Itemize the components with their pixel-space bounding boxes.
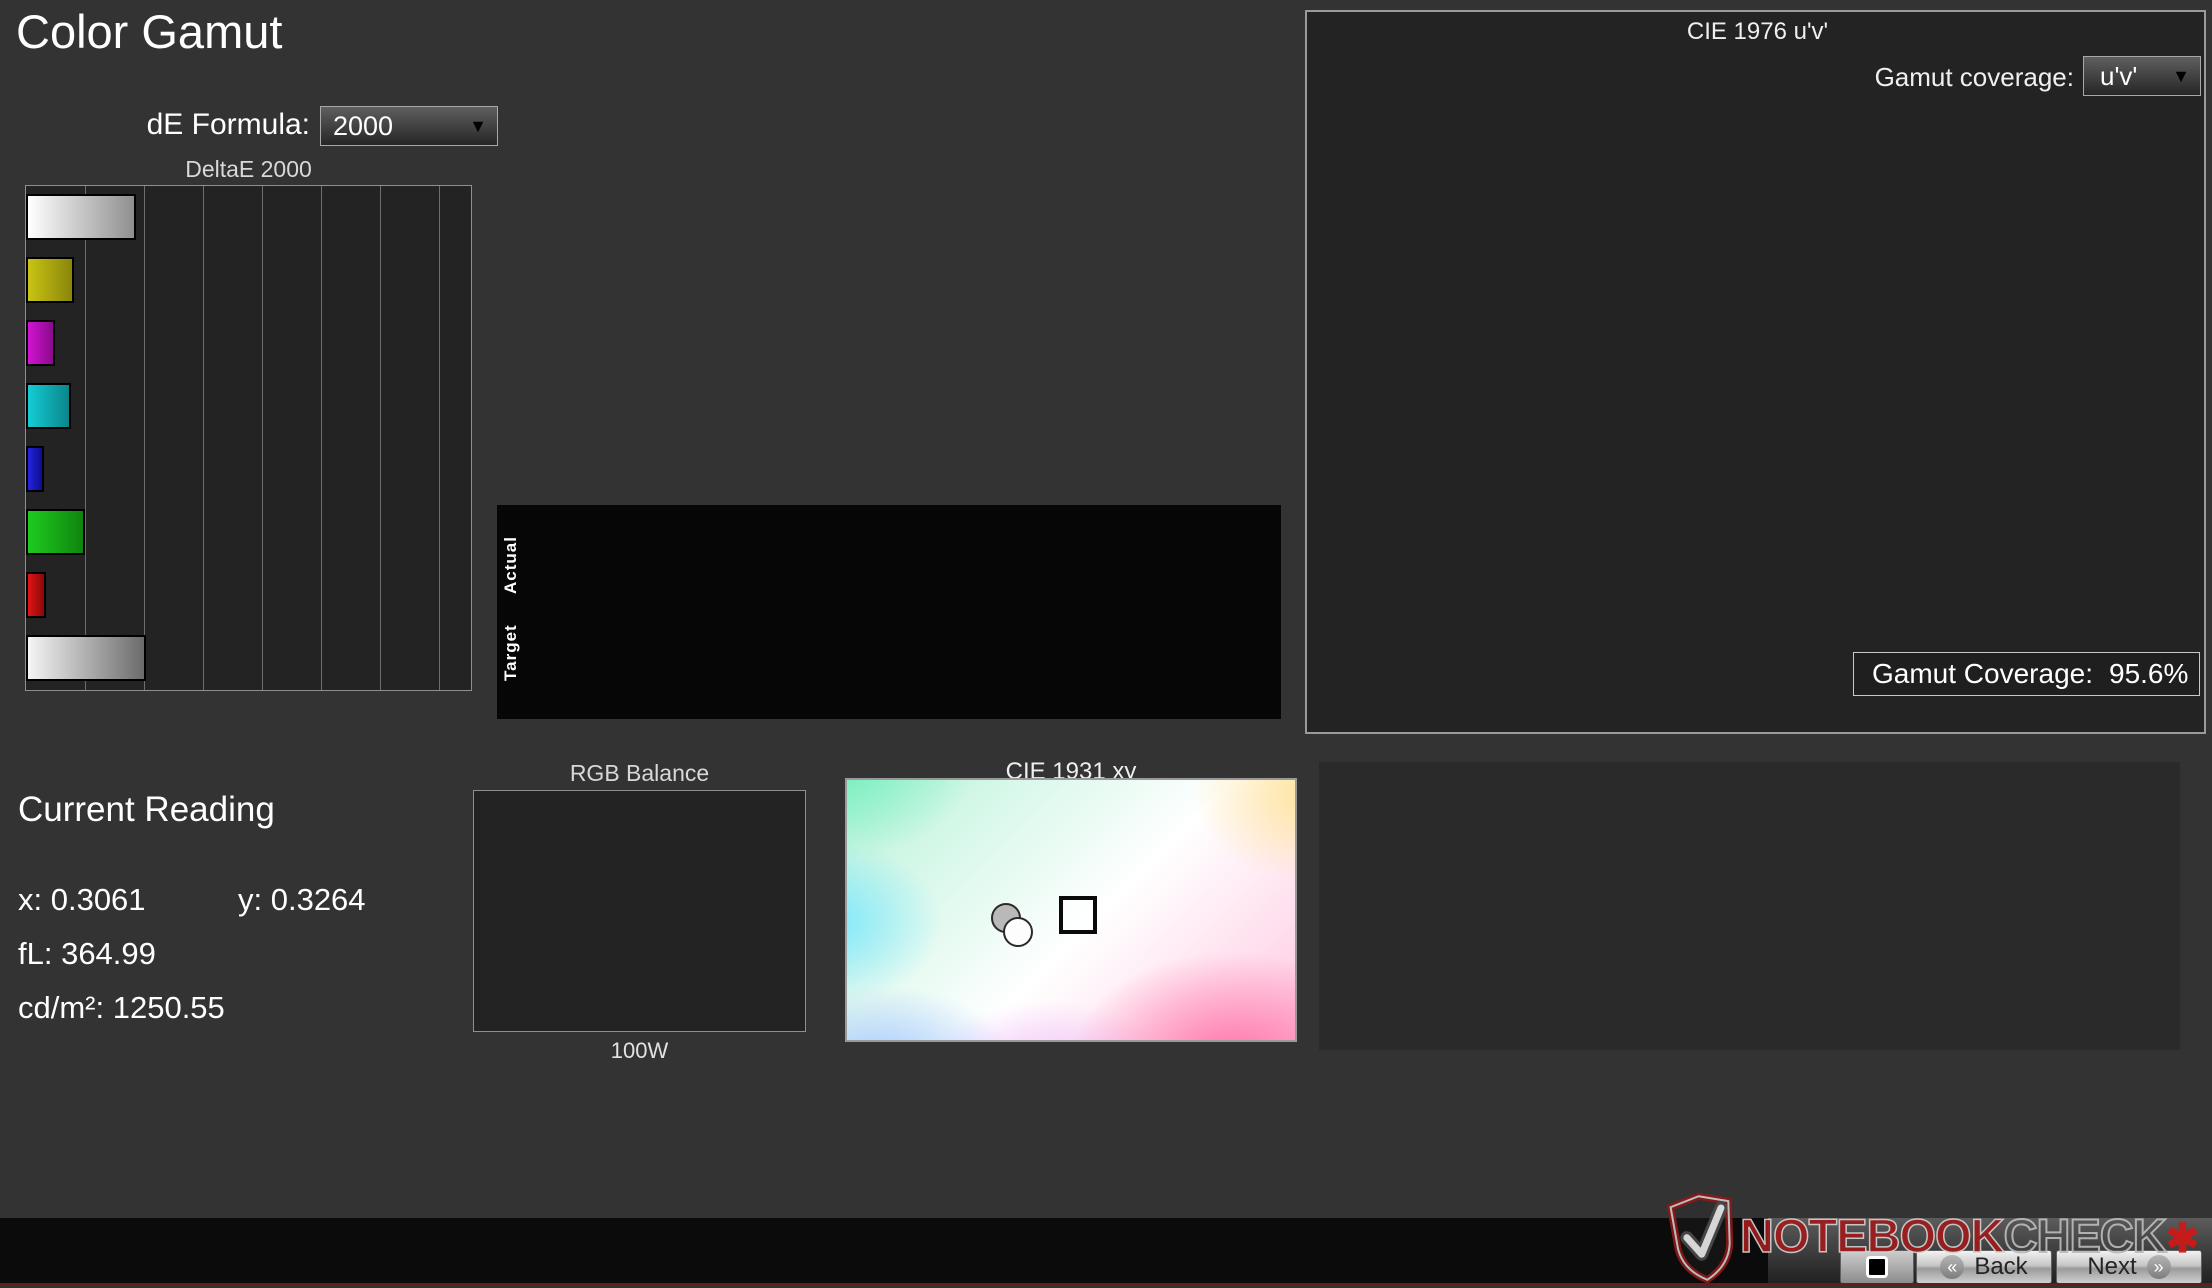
back-arrow-icon: « — [1940, 1255, 1965, 1279]
current-reading-y: y: 0.3264 — [238, 882, 366, 917]
rgb-balance-x-label: 100W — [610, 1038, 669, 1063]
de-formula-value: 2000 — [333, 110, 394, 141]
gridline — [320, 186, 322, 690]
actual-target-swatch-strip: Actual Target — [497, 505, 1281, 719]
deltae-chart — [25, 185, 472, 691]
page-title: Color Gamut — [16, 5, 283, 58]
target-row-label: Target — [501, 624, 520, 682]
gridline — [261, 186, 263, 690]
current-reading-cd: cd/m²: 1250.55 — [18, 990, 225, 1025]
calman-color-gamut-screen: Color Gamut dE Formula: 2000 ▼ DeltaE 20… — [0, 0, 2212, 1286]
next-button[interactable]: Next » — [2056, 1250, 2202, 1284]
back-button[interactable]: « Back — [1916, 1250, 2052, 1284]
next-button-label: Next — [2087, 1253, 2137, 1280]
deltae-bar-yellow — [26, 257, 74, 303]
next-arrow-icon: » — [2146, 1255, 2171, 1279]
deltae-bar-blue — [26, 446, 45, 492]
current-reading-fl: fL: 364.99 — [18, 936, 156, 971]
deltae-bar-green — [26, 509, 85, 555]
gamut-coverage-value: 95.6% — [2109, 658, 2189, 689]
deltae-bar-red — [26, 572, 46, 618]
deltae-bar-cyan — [26, 383, 71, 429]
gridline — [202, 186, 204, 690]
actual-row-label: Actual — [501, 536, 520, 594]
cie1931-target-square — [1059, 896, 1097, 934]
de-formula-dropdown[interactable]: 2000 ▼ — [320, 106, 498, 146]
rgb-balance-chart — [473, 790, 806, 1032]
stop-button[interactable] — [1840, 1250, 1914, 1284]
rgb-balance-title: RGB Balance — [569, 760, 710, 786]
cie1931-measured-point-2 — [1003, 917, 1033, 947]
deltae-chart-title: DeltaE 2000 — [185, 156, 312, 182]
gridline — [438, 186, 440, 690]
cie1931-diagram — [845, 778, 1297, 1042]
gridline — [84, 186, 86, 690]
chevron-down-icon: ▼ — [469, 115, 487, 136]
gridline — [143, 186, 145, 690]
gridline — [379, 186, 381, 690]
gamut-coverage-label: Gamut Coverage: — [1872, 658, 2093, 689]
measurement-table — [1319, 762, 2180, 1050]
current-reading-title: Current Reading — [18, 790, 275, 829]
back-button-label: Back — [1974, 1253, 2028, 1280]
deltae-bar-100w — [26, 194, 137, 240]
de-formula-label: dE Formula: — [146, 108, 310, 141]
cie1976-panel: CIE 1976 u'v' Gamut coverage: u'v' ▼ Gam… — [1305, 10, 2206, 734]
deltae-bar-magenta — [26, 320, 55, 366]
current-reading-x: x: 0.3061 — [18, 882, 146, 917]
cie1976-diagram — [1307, 12, 2208, 736]
gamut-coverage-readout: Gamut Coverage: 95.6% — [1853, 652, 2200, 696]
deltae-bar-white — [26, 635, 147, 681]
stop-icon — [1866, 1256, 1888, 1278]
